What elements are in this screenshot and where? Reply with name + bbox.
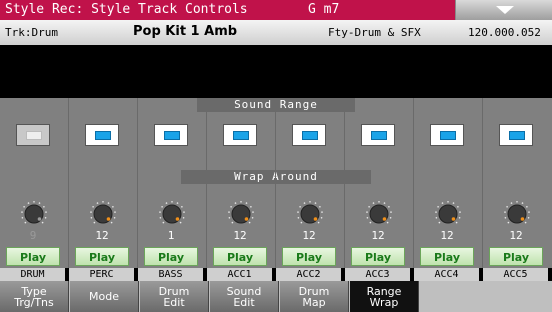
track-name-label: PERC xyxy=(69,268,134,281)
tab-drum-edit[interactable]: Drum Edit xyxy=(140,281,209,312)
wrap-around-knob[interactable] xyxy=(159,201,185,227)
wrap-around-knob[interactable] xyxy=(21,201,47,227)
tab-range-wrap[interactable]: Range Wrap xyxy=(350,281,419,312)
track-name-label: BASS xyxy=(138,268,203,281)
wrap-around-value: 1 xyxy=(167,229,175,242)
track-column-acc1: 12 Play xyxy=(207,98,273,268)
title-bar: Style Rec: Style Track Controls G m7 xyxy=(0,0,552,20)
track-indicator: Trk:Drum xyxy=(5,26,58,39)
wrap-around-knob[interactable] xyxy=(366,201,392,227)
wrap-around-knob[interactable] xyxy=(435,201,461,227)
wrap-around-value: 12 xyxy=(233,229,247,242)
info-bar: Trk:Drum Pop Kit 1 Amb Fty-Drum & SFX 12… xyxy=(0,20,552,45)
wrap-around-value: 12 xyxy=(371,229,385,242)
play-mode-button[interactable]: Play xyxy=(144,247,198,266)
track-name-label: ACC1 xyxy=(207,268,272,281)
play-mode-button[interactable]: Play xyxy=(420,247,474,266)
chord-display: G m7 xyxy=(308,2,340,17)
sound-range-toggle[interactable] xyxy=(499,124,533,146)
play-mode-button[interactable]: Play xyxy=(489,247,543,266)
tab-sound-edit[interactable]: Sound Edit xyxy=(210,281,279,312)
track-name-label: ACC3 xyxy=(345,268,410,281)
track-column-acc3: 12 Play xyxy=(345,98,411,268)
tab-type-trg-tns[interactable]: Type Trg/Tns xyxy=(0,281,69,312)
tab-drum-map[interactable]: Drum Map xyxy=(280,281,349,312)
sound-range-toggle[interactable] xyxy=(16,124,50,146)
sound-range-toggle[interactable] xyxy=(430,124,464,146)
sound-range-toggle[interactable] xyxy=(85,124,119,146)
track-column-acc2: 12 Play xyxy=(276,98,342,268)
wrap-around-value: 9 xyxy=(29,229,37,242)
wrap-around-knob[interactable] xyxy=(90,201,116,227)
play-mode-button[interactable]: Play xyxy=(6,247,60,266)
track-name-label: DRUM xyxy=(0,268,65,281)
sound-range-toggle[interactable] xyxy=(154,124,188,146)
track-column-bass: 1 Play xyxy=(138,98,204,268)
play-mode-button[interactable]: Play xyxy=(75,247,129,266)
wrap-around-value: 12 xyxy=(95,229,109,242)
track-column-drum: 9 Play xyxy=(0,98,66,268)
page-title: Style Rec: Style Track Controls xyxy=(5,2,248,17)
chevron-down-icon xyxy=(496,6,514,14)
tab-label: Type Trg/Tns xyxy=(14,284,54,309)
wrap-around-value: 12 xyxy=(440,229,454,242)
wrap-around-value: 12 xyxy=(302,229,316,242)
play-mode-button[interactable]: Play xyxy=(213,247,267,266)
page-menu-button[interactable] xyxy=(455,0,552,20)
sound-range-toggle[interactable] xyxy=(223,124,257,146)
tab-label: Drum Edit xyxy=(158,284,190,309)
tab-bar: Type Trg/Tns Mode Drum Edit Sound Edit Drum Map R… xyxy=(0,281,552,312)
sound-range-toggle[interactable] xyxy=(361,124,395,146)
program-number: 120.000.052 xyxy=(468,26,541,39)
track-name-label: ACC4 xyxy=(414,268,479,281)
empty-area xyxy=(0,45,552,98)
wrap-around-knob[interactable] xyxy=(504,201,530,227)
kit-name: Pop Kit 1 Amb xyxy=(133,24,238,39)
play-mode-button[interactable]: Play xyxy=(351,247,405,266)
tab-label: Drum Map xyxy=(298,284,330,309)
tab-label: Sound Edit xyxy=(226,284,262,309)
wrap-around-knob[interactable] xyxy=(297,201,323,227)
tab-mode[interactable]: Mode xyxy=(70,281,139,312)
tab-label: Range Wrap xyxy=(366,284,402,309)
play-mode-button[interactable]: Play xyxy=(282,247,336,266)
track-column-acc4: 12 Play xyxy=(414,98,480,268)
wrap-around-value: 12 xyxy=(509,229,523,242)
track-name-label: ACC5 xyxy=(483,268,548,281)
track-column-acc5: 12 Play xyxy=(483,98,549,268)
wrap-around-knob[interactable] xyxy=(228,201,254,227)
bank-name: Fty-Drum & SFX xyxy=(328,26,421,39)
sound-range-toggle[interactable] xyxy=(292,124,326,146)
track-controls-panel: Sound Range Wrap Around 9 Play 12 Play 1 Play… xyxy=(0,98,552,268)
tab-label: Mode xyxy=(89,290,119,303)
track-names-row: DRUM PERC BASS ACC1 ACC2 ACC3 ACC4 ACC5 xyxy=(0,268,552,281)
track-column-perc: 12 Play xyxy=(69,98,135,268)
track-name-label: ACC2 xyxy=(276,268,341,281)
